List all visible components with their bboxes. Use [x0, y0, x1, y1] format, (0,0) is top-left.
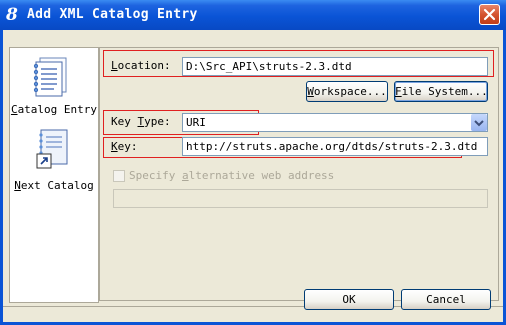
sidebar-item-next-catalog[interactable]: Next Catalog	[10, 128, 98, 198]
file-system-button-label: ile System...	[401, 85, 488, 98]
next-catalog-icon	[36, 129, 68, 169]
key-label: Key:	[111, 140, 138, 153]
key-type-label: Key Type:	[111, 115, 171, 128]
catalog-entry-form: Location: D:\Src_API\struts-2.3.dtd Work…	[99, 47, 499, 301]
file-system-mnemonic: F	[395, 85, 402, 98]
app-icon: 8	[6, 5, 18, 25]
window-title: Add XML Catalog Entry	[27, 7, 198, 22]
cancel-button[interactable]: Cancel	[401, 289, 491, 310]
key-type-label-rest: ype:	[144, 115, 171, 128]
alternative-web-address-input[interactable]	[113, 189, 488, 208]
key-type-value: URI	[186, 116, 206, 129]
key-type-select[interactable]: URI	[182, 113, 488, 132]
close-icon	[483, 8, 496, 21]
key-type-dropdown-button[interactable]	[471, 114, 487, 131]
alternative-web-address-checkbox[interactable]	[113, 170, 125, 182]
alt-mnemonic: a	[181, 169, 189, 182]
ok-button[interactable]: OK	[304, 289, 394, 310]
sidebar-item-label: atalog Entry	[17, 103, 98, 116]
alt-label-pre: Specify	[129, 169, 182, 182]
sidebar-item-label: ext Catalog	[20, 179, 94, 192]
location-label: Location:	[111, 59, 171, 72]
dialog-window: 8 Add XML Catalog Entry Catalog Entry Ne…	[0, 0, 506, 325]
close-button[interactable]	[479, 4, 500, 25]
dialog-client-area: Catalog Entry Next Catalog Location: D:\…	[3, 30, 503, 322]
key-label-text: ey:	[117, 140, 138, 153]
location-mnemonic: L	[111, 59, 118, 72]
location-label-text: ocation:	[117, 59, 171, 72]
alt-label-rest: lternative web address	[188, 169, 335, 182]
workspace-button-label: orkspace...	[313, 85, 387, 98]
workspace-mnemonic: W	[307, 85, 314, 98]
key-type-label-pre: Key	[111, 115, 138, 128]
key-mnemonic: K	[111, 140, 118, 153]
sidebar-item-catalog-entry[interactable]: Catalog Entry	[10, 50, 98, 120]
title-bar[interactable]: 8 Add XML Catalog Entry	[0, 0, 506, 30]
chevron-down-icon	[474, 120, 484, 127]
location-input[interactable]: D:\Src_API\struts-2.3.dtd	[182, 57, 488, 76]
entry-type-sidebar: Catalog Entry Next Catalog	[9, 47, 99, 303]
catalog-entry-icon	[33, 57, 67, 97]
file-system-button[interactable]: File System...	[394, 81, 488, 102]
alternative-web-address-label: Specify alternative web address	[129, 169, 334, 182]
next-catalog-mnemonic: N	[14, 179, 21, 192]
workspace-button[interactable]: Workspace...	[306, 81, 388, 102]
catalog-entry-mnemonic: C	[10, 103, 18, 116]
key-input[interactable]: http://struts.apache.org/dtds/struts-2.3…	[182, 137, 488, 156]
